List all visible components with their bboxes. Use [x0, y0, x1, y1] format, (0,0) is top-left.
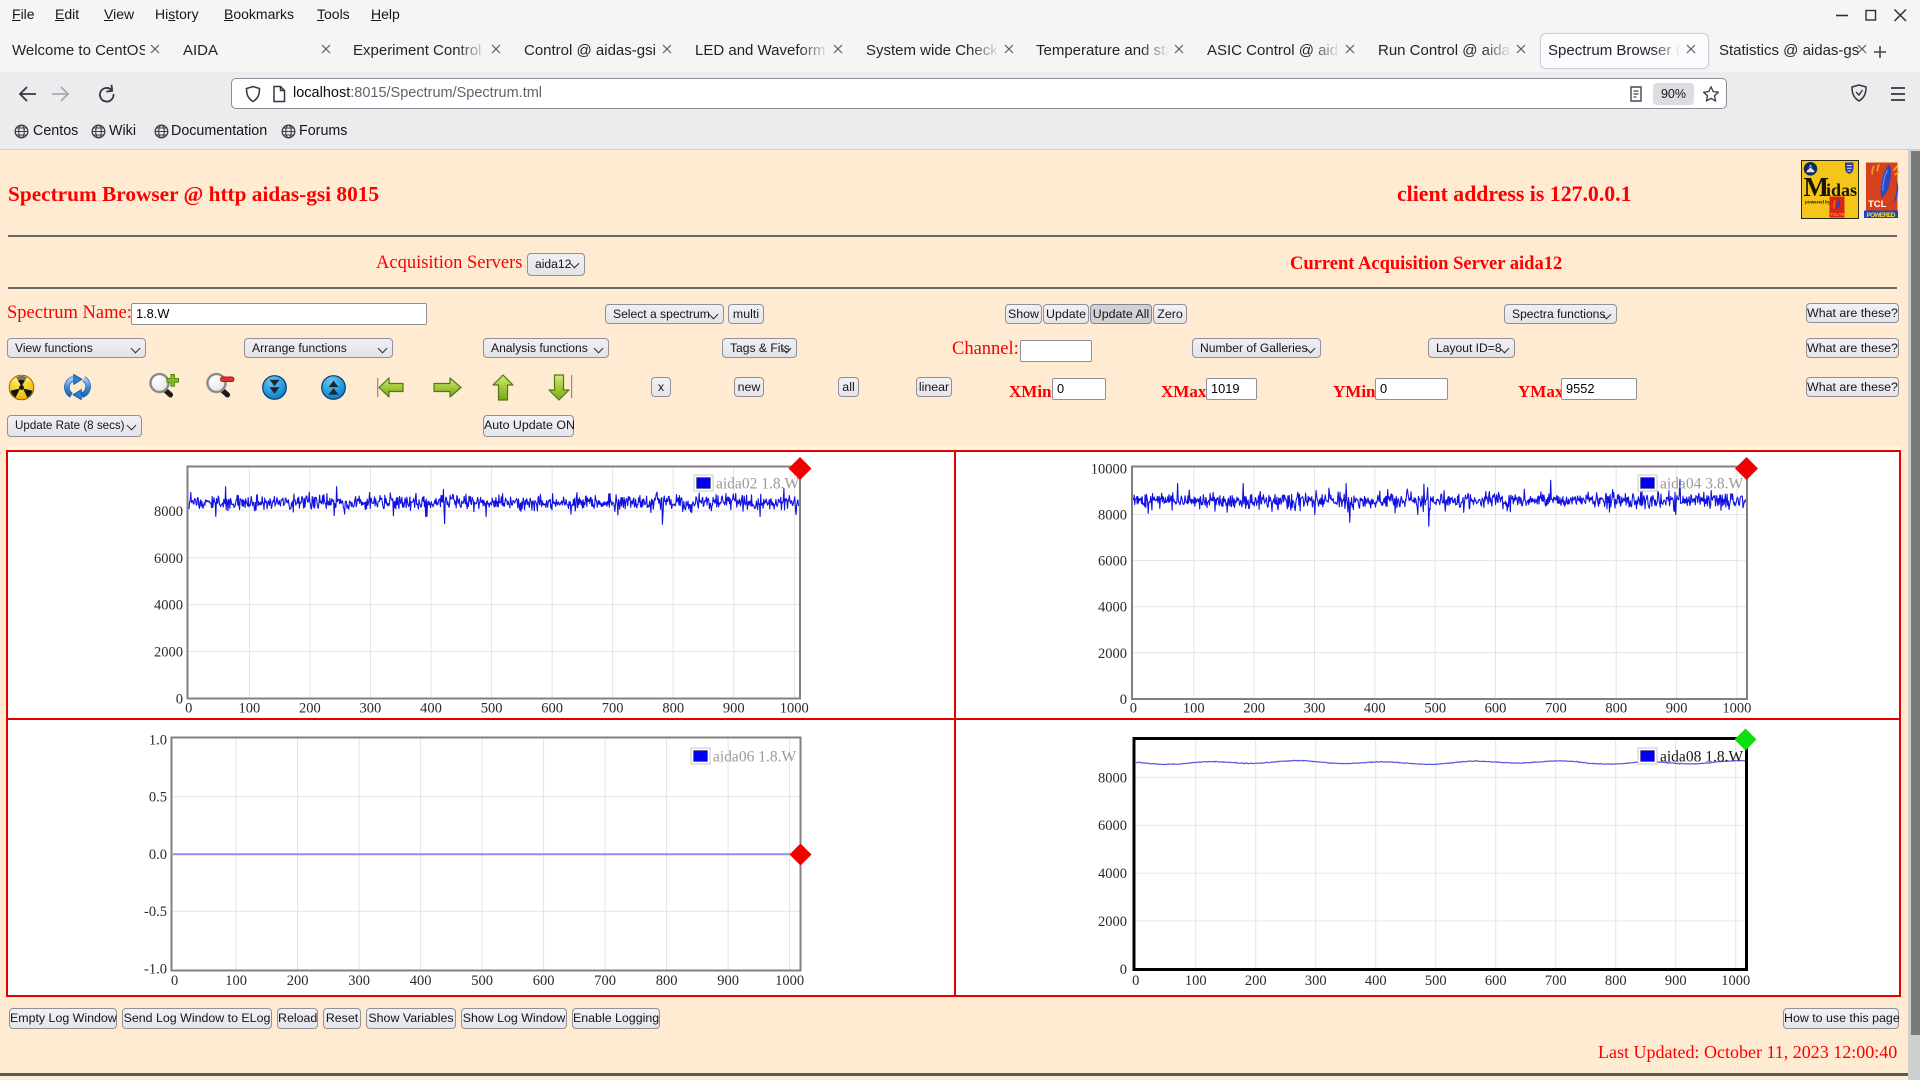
svg-text:8000: 8000 — [1098, 770, 1127, 786]
svg-text:200: 200 — [1243, 701, 1265, 717]
svg-text:100: 100 — [1183, 701, 1205, 717]
svg-text:500: 500 — [471, 973, 493, 989]
svg-text:600: 600 — [1485, 973, 1507, 989]
svg-text:0.0: 0.0 — [149, 847, 167, 863]
svg-text:100: 100 — [225, 973, 247, 989]
svg-text:2000: 2000 — [154, 645, 183, 661]
svg-text:1000: 1000 — [780, 701, 809, 717]
svg-text:700: 700 — [594, 973, 616, 989]
svg-text:0.5: 0.5 — [149, 790, 167, 806]
svg-text:800: 800 — [1605, 701, 1627, 717]
svg-text:0: 0 — [185, 701, 192, 717]
svg-text:6000: 6000 — [1098, 554, 1127, 570]
svg-text:400: 400 — [410, 973, 432, 989]
svg-text:500: 500 — [1425, 973, 1447, 989]
svg-text:400: 400 — [420, 701, 442, 717]
svg-text:4000: 4000 — [1098, 866, 1127, 882]
svg-text:100: 100 — [239, 701, 261, 717]
svg-text:700: 700 — [1545, 701, 1567, 717]
svg-text:6000: 6000 — [1098, 818, 1127, 834]
svg-text:1.0: 1.0 — [149, 732, 167, 748]
svg-text:200: 200 — [287, 973, 309, 989]
svg-text:600: 600 — [541, 701, 563, 717]
svg-text:600: 600 — [533, 973, 555, 989]
svg-text:500: 500 — [481, 701, 503, 717]
svg-text:1000: 1000 — [1721, 973, 1750, 989]
svg-text:1000: 1000 — [1722, 701, 1751, 717]
svg-text:powered by: powered by — [1805, 200, 1831, 205]
svg-text:0: 0 — [1120, 692, 1127, 708]
svg-text:200: 200 — [1245, 973, 1267, 989]
svg-text:8000: 8000 — [1098, 508, 1127, 524]
svg-text:800: 800 — [662, 701, 684, 717]
svg-text:200: 200 — [299, 701, 321, 717]
svg-text:900: 900 — [1665, 973, 1687, 989]
svg-text:0: 0 — [176, 691, 183, 707]
svg-text:8000: 8000 — [154, 504, 183, 520]
svg-text:aida02 1.8.W: aida02 1.8.W — [716, 476, 799, 493]
svg-text:TCL: TCL — [1868, 199, 1887, 210]
svg-text:100: 100 — [1185, 973, 1207, 989]
svg-text:aida06 1.8.W: aida06 1.8.W — [713, 749, 796, 766]
svg-text:600: 600 — [1485, 701, 1507, 717]
svg-text:900: 900 — [723, 701, 745, 717]
svg-text:700: 700 — [1545, 973, 1567, 989]
svg-text:400: 400 — [1364, 701, 1386, 717]
svg-text:800: 800 — [1605, 973, 1627, 989]
svg-text:900: 900 — [717, 973, 739, 989]
svg-text:6000: 6000 — [154, 551, 183, 567]
svg-text:0: 0 — [1120, 962, 1127, 978]
svg-text:1000: 1000 — [775, 973, 804, 989]
svg-text:0: 0 — [1130, 701, 1137, 717]
svg-text:10000: 10000 — [1091, 461, 1127, 477]
svg-text:300: 300 — [1304, 701, 1326, 717]
svg-text:2000: 2000 — [1098, 914, 1127, 930]
svg-text:4000: 4000 — [1098, 600, 1127, 616]
svg-text:0: 0 — [1132, 973, 1139, 989]
svg-text:4000: 4000 — [154, 598, 183, 614]
svg-text:400: 400 — [1365, 973, 1387, 989]
svg-text:2000: 2000 — [1098, 646, 1127, 662]
svg-text:800: 800 — [656, 973, 678, 989]
svg-text:-1.0: -1.0 — [144, 962, 167, 978]
svg-text:POWERED: POWERED — [1867, 212, 1896, 218]
svg-text:900: 900 — [1666, 701, 1688, 717]
svg-text:700: 700 — [602, 701, 624, 717]
svg-text:0: 0 — [171, 973, 178, 989]
svg-text:TCL/TK: TCL/TK — [1831, 212, 1846, 217]
svg-text:aida08 1.8.W: aida08 1.8.W — [1660, 749, 1743, 766]
svg-text:300: 300 — [360, 701, 382, 717]
svg-text:aida04 3.8.W: aida04 3.8.W — [1660, 476, 1743, 493]
svg-text:300: 300 — [348, 973, 370, 989]
svg-text:500: 500 — [1424, 701, 1446, 717]
svg-text:300: 300 — [1305, 973, 1327, 989]
svg-text:-0.5: -0.5 — [144, 904, 167, 920]
